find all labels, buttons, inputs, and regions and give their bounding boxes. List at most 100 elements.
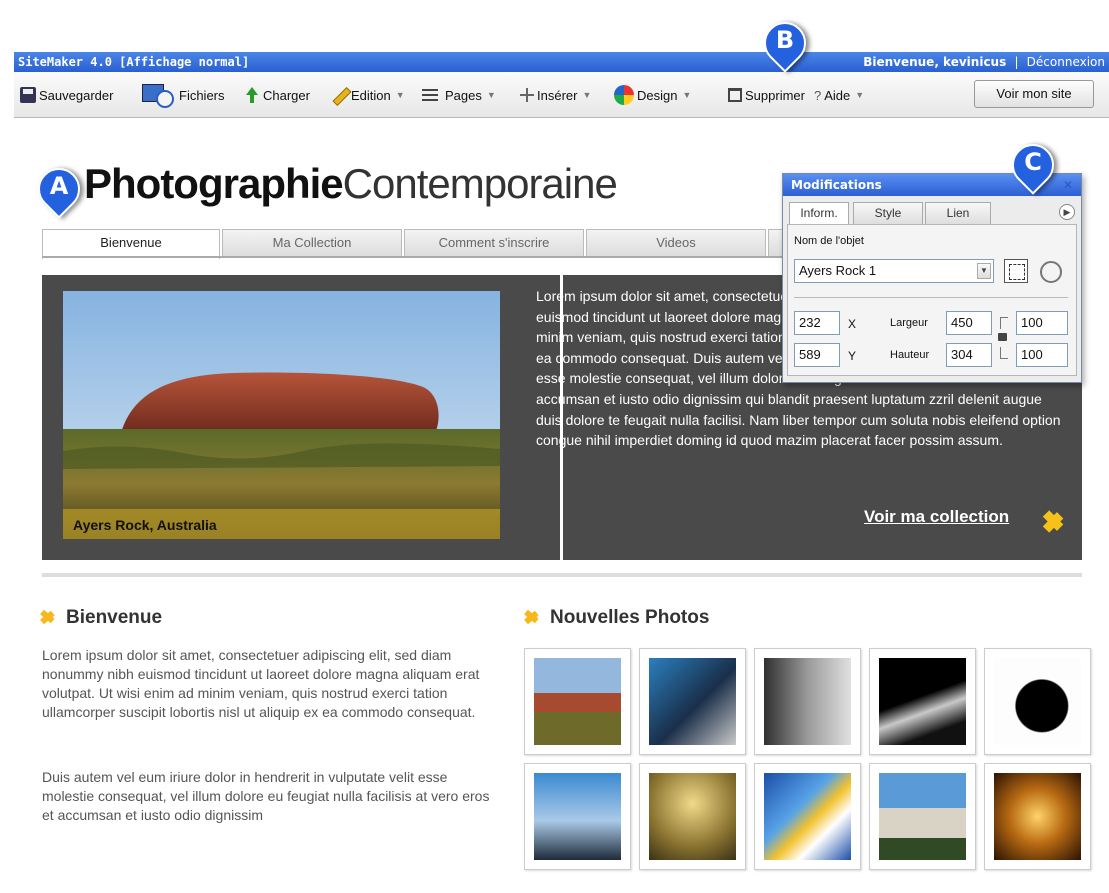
welcome-user: Bienvenue, kevinicus	[863, 55, 1007, 69]
close-icon[interactable]: ✕	[1061, 178, 1075, 192]
scale-height-field[interactable]: 100	[1016, 343, 1068, 367]
thumb-misty-trees[interactable]	[754, 648, 861, 755]
callout-a: A	[29, 159, 89, 224]
chevron-down-icon: ▼	[682, 90, 692, 100]
chevron-down-icon: ▼	[486, 90, 496, 100]
height-label: Hauteur	[890, 349, 930, 361]
hero-photo[interactable]: Ayers Rock, Australia	[63, 291, 500, 539]
chevron-down-icon: ▼	[855, 90, 865, 100]
design-menu[interactable]: Design ▼	[614, 82, 691, 108]
tab-bienvenue[interactable]: Bienvenue	[42, 229, 220, 259]
scale-width-field[interactable]: 100	[1016, 311, 1068, 335]
tab-style[interactable]: Style	[853, 202, 923, 224]
files-icon	[142, 82, 176, 108]
tab-videos[interactable]: Videos	[586, 229, 766, 257]
upload-label: Charger	[263, 87, 310, 103]
bienvenue-heading: Bienvenue	[42, 607, 162, 629]
x-field[interactable]: 232	[794, 311, 840, 335]
design-palette-icon	[614, 85, 634, 105]
bienvenue-heading-text: Bienvenue	[66, 607, 163, 628]
height-field[interactable]: 304	[946, 343, 992, 367]
width-label: Largeur	[890, 317, 928, 329]
tab-lien[interactable]: Lien	[925, 202, 991, 224]
view-collection-link[interactable]: Voir ma collection	[864, 507, 1009, 527]
object-name-value: Ayers Rock 1	[799, 263, 877, 278]
user-area: Bienvenue, kevinicus | Déconnexion	[863, 52, 1105, 72]
refresh-icon[interactable]	[1040, 261, 1062, 283]
separator: |	[1014, 55, 1019, 69]
bienvenue-paragraph-1[interactable]: Lorem ipsum dolor sit amet, consectetuer…	[42, 646, 508, 722]
tab-inform[interactable]: Inform.	[789, 202, 849, 225]
thumb-cathedral[interactable]	[869, 763, 976, 870]
y-label: Y	[848, 349, 857, 363]
insert-plus-icon	[520, 88, 534, 102]
chevron-down-icon: ▼	[977, 263, 991, 279]
app-titlebar: SiteMaker 4.0 [Affichage normal] Bienven…	[14, 52, 1109, 72]
chevron-right-icon[interactable]	[1042, 503, 1066, 535]
bienvenue-paragraph-2[interactable]: Duis autem vel eum iriure dolor in hendr…	[42, 768, 502, 825]
logout-link[interactable]: Déconnexion	[1027, 55, 1105, 69]
chevron-down-icon: ▼	[582, 90, 592, 100]
callout-letter: A	[49, 172, 69, 200]
insert-label: Insérer	[537, 87, 578, 103]
files-label: Fichiers	[179, 87, 225, 103]
chevron-right-icon	[42, 607, 56, 625]
main-toolbar: Sauvegarder Fichiers Charger Edition ▼ P…	[14, 72, 1109, 118]
delete-label: Supprimer	[745, 87, 805, 103]
section-divider	[42, 573, 1082, 577]
save-icon	[20, 87, 36, 103]
object-name-label: Nom de l'objet	[794, 235, 864, 247]
save-label: Sauvegarder	[39, 87, 114, 103]
callout-b: B	[755, 13, 815, 78]
chevron-right-icon	[526, 607, 540, 625]
thumb-surfer[interactable]	[639, 763, 746, 870]
help-label: Aide	[824, 87, 851, 103]
save-button[interactable]: Sauvegarder	[20, 82, 113, 108]
callout-letter: C	[1024, 148, 1042, 176]
object-name-select[interactable]: Ayers Rock 1 ▼	[794, 259, 994, 283]
chevron-down-icon: ▼	[395, 90, 405, 100]
site-title-bold: Photographie	[84, 160, 344, 207]
help-icon: ?	[814, 87, 822, 103]
panel-options-icon[interactable]: ▶	[1059, 204, 1075, 220]
callout-letter: B	[775, 26, 795, 54]
panel-separator	[794, 297, 1068, 298]
modifications-panel: Modifications ✕ Inform. Style Lien ▶ Nom…	[782, 173, 1082, 383]
y-field[interactable]: 589	[794, 343, 840, 367]
help-menu[interactable]: ? Aide ▼	[814, 82, 864, 108]
lock-bracket	[1000, 317, 1008, 329]
thumb-silhouette[interactable]	[984, 648, 1091, 755]
pages-menu[interactable]: Pages ▼	[422, 82, 496, 108]
site-title: PhotographieContemporaine	[84, 160, 618, 208]
thumb-blue-abstract[interactable]	[754, 763, 861, 870]
delete-button[interactable]: Supprimer	[728, 82, 805, 108]
upload-button[interactable]: Charger	[244, 82, 310, 108]
thumb-ayers-rock[interactable]	[524, 648, 631, 755]
files-button[interactable]: Fichiers	[142, 78, 225, 112]
lock-bracket	[1000, 347, 1008, 359]
thumb-night-lights[interactable]	[984, 763, 1091, 870]
ayers-rock-image	[63, 291, 500, 539]
insert-menu[interactable]: Insérer ▼	[520, 82, 591, 108]
upload-arrow-icon	[244, 87, 260, 103]
lock-icon[interactable]	[998, 333, 1007, 341]
x-label: X	[848, 317, 857, 331]
photos-heading-text: Nouvelles Photos	[550, 607, 710, 628]
thumb-palm-sunset[interactable]	[524, 763, 631, 870]
app-title: SiteMaker 4.0 [Affichage normal]	[18, 55, 250, 69]
thumb-fountain[interactable]	[639, 648, 746, 755]
tab-ma-collection[interactable]: Ma Collection	[222, 229, 402, 257]
edit-label: Edition	[351, 87, 391, 103]
width-field[interactable]: 450	[946, 311, 992, 335]
tab-comment-sinscrire[interactable]: Comment s'inscrire	[404, 229, 584, 257]
thumb-eiffel-tower[interactable]	[869, 648, 976, 755]
photos-heading: Nouvelles Photos	[526, 607, 709, 629]
panel-body: Nom de l'objet Ayers Rock 1 ▼ 232 X Larg…	[787, 224, 1077, 376]
callout-c: C	[1003, 135, 1063, 200]
edit-menu[interactable]: Edition ▼	[330, 82, 405, 108]
pages-label: Pages	[445, 87, 482, 103]
select-frame-icon[interactable]	[1004, 259, 1028, 283]
photo-caption: Ayers Rock, Australia	[63, 509, 500, 539]
view-site-button[interactable]: Voir mon site	[974, 80, 1094, 108]
trash-icon	[728, 88, 742, 102]
